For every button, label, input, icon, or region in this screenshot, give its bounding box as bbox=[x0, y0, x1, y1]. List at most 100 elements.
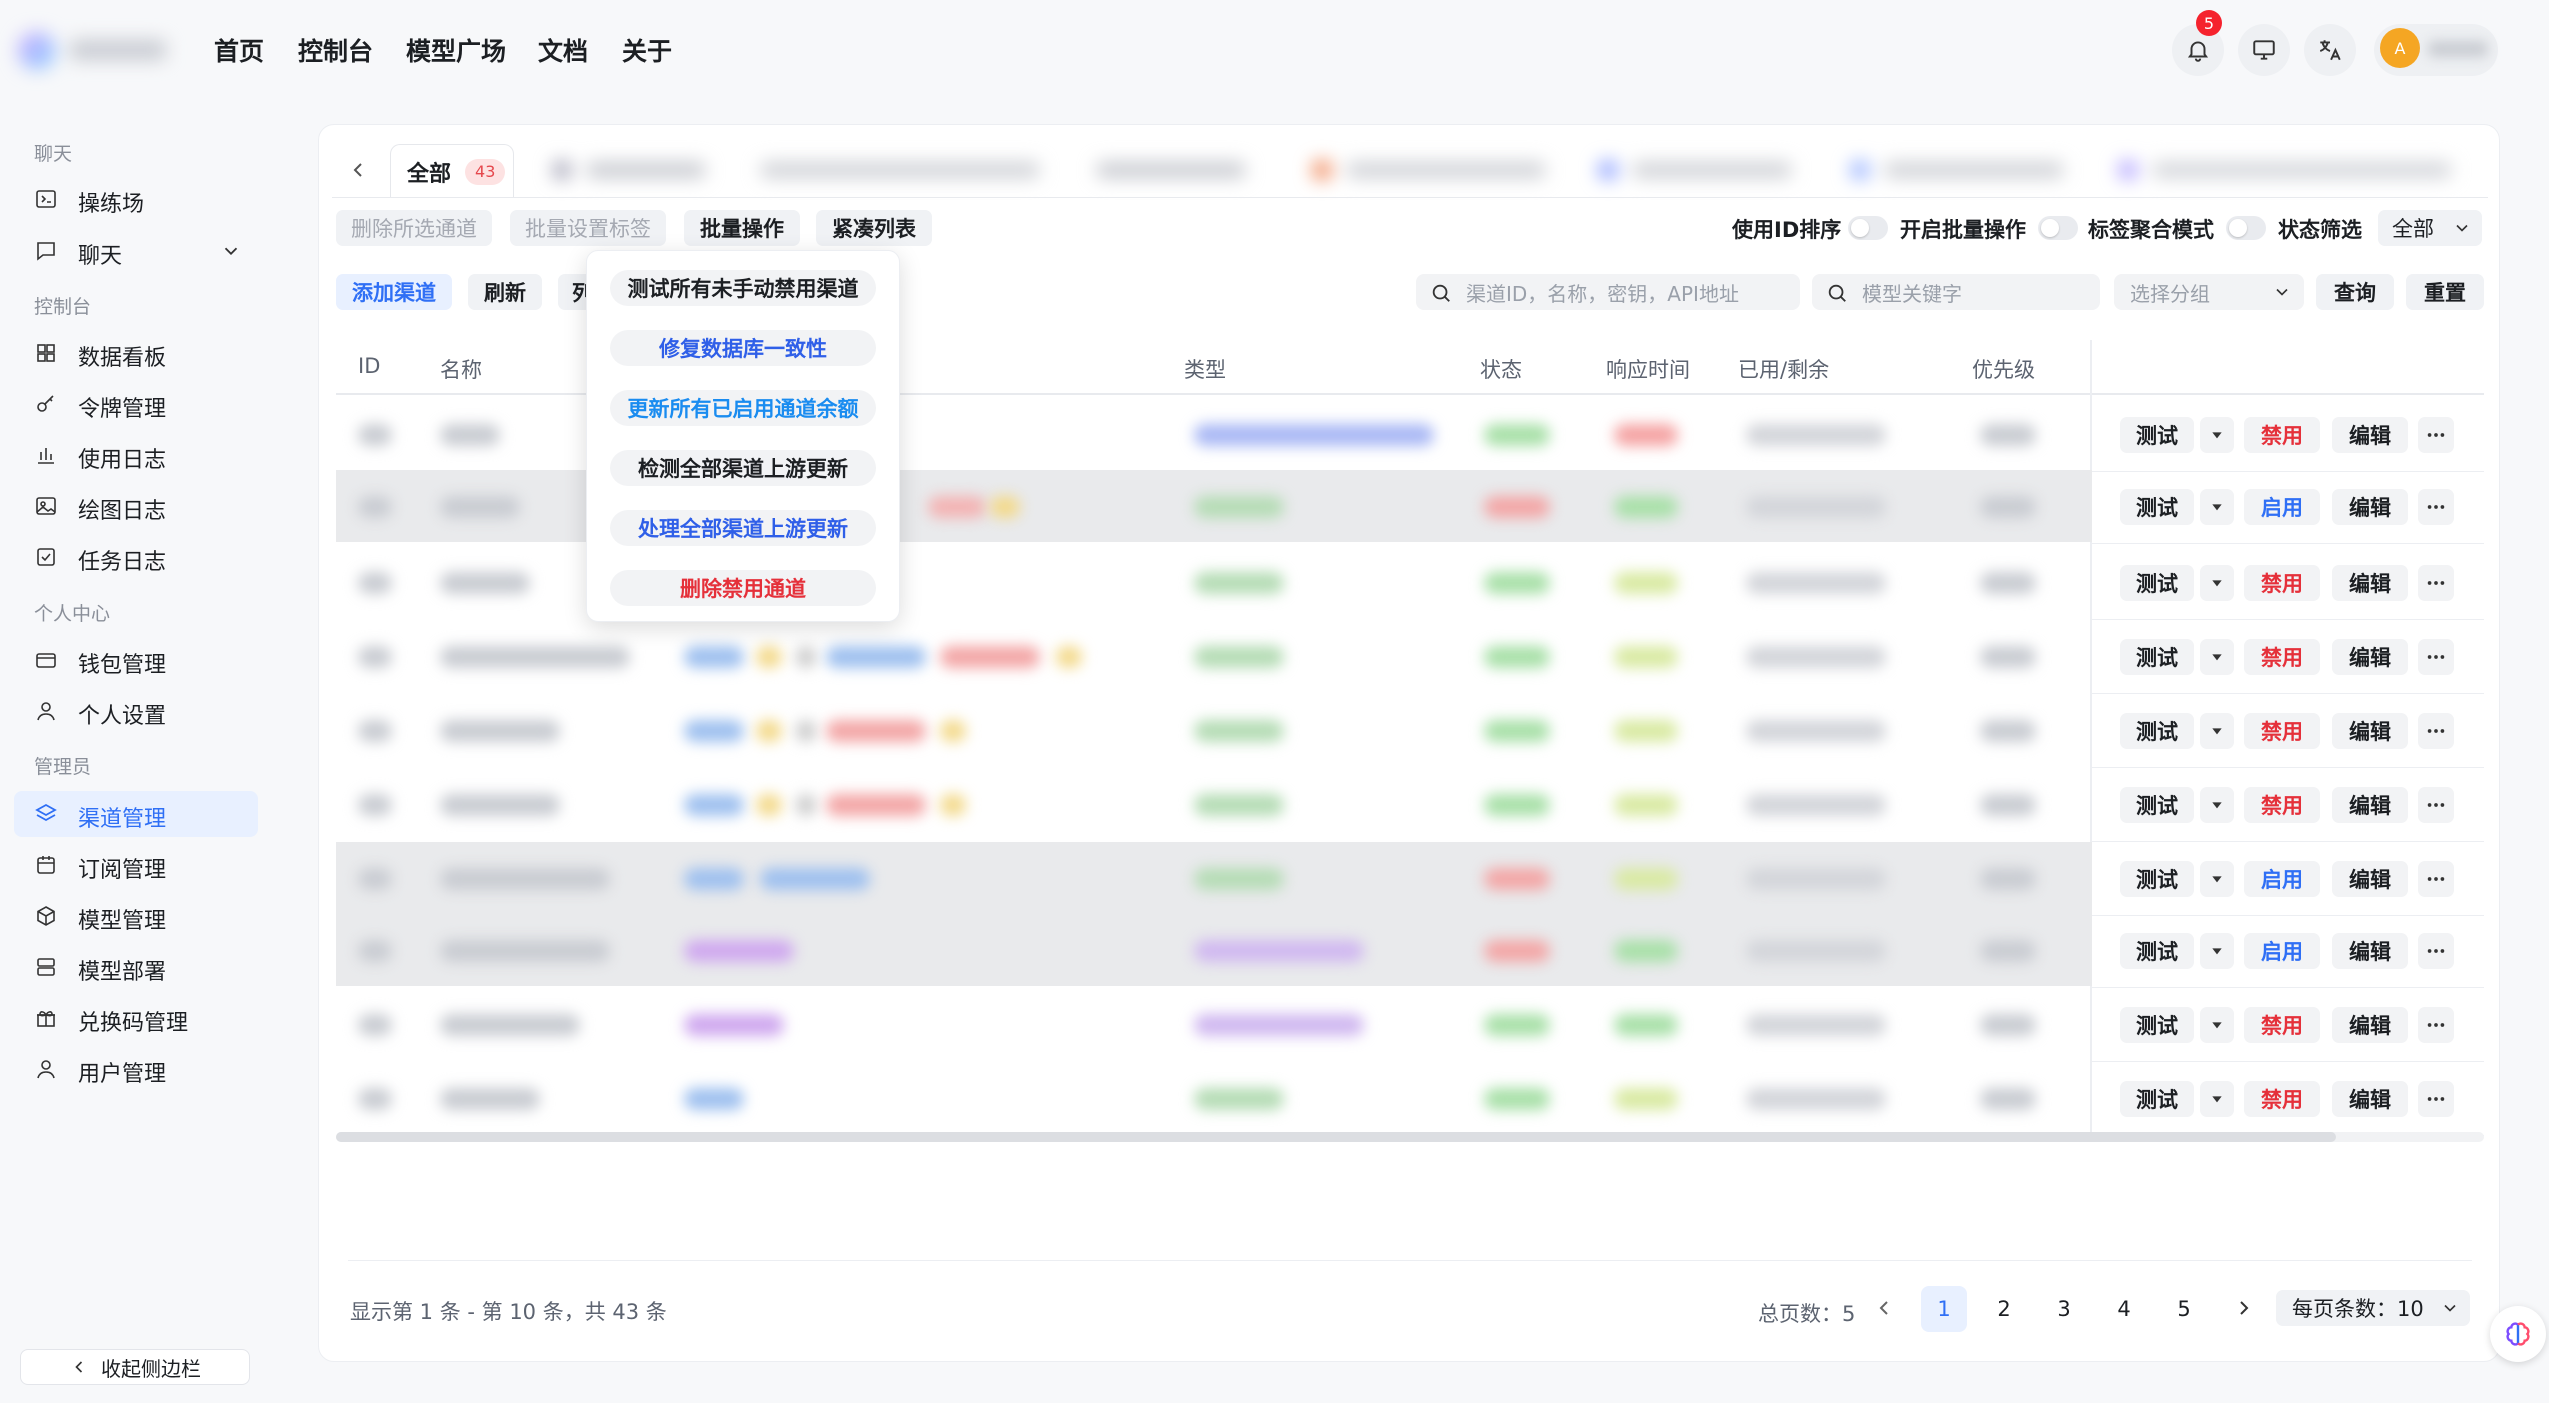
sidebar-item-personal-settings[interactable]: 个人设置 bbox=[14, 688, 258, 734]
reset-button[interactable]: 重置 bbox=[2406, 274, 2484, 310]
sidebar-item-redeem-codes[interactable]: 兑换码管理 bbox=[14, 995, 258, 1041]
search-input[interactable]: 渠道ID，名称，密钥，API地址 bbox=[1416, 274, 1800, 310]
enable-button[interactable]: 启用 bbox=[2244, 933, 2320, 969]
page-4[interactable]: 4 bbox=[2101, 1286, 2147, 1332]
sidebar-item-subscriptions[interactable]: 订阅管理 bbox=[14, 842, 258, 888]
more-button[interactable] bbox=[2418, 861, 2454, 897]
theme-button[interactable] bbox=[2238, 24, 2290, 76]
disable-button[interactable]: 禁用 bbox=[2244, 565, 2320, 601]
sidebar-item-tokens[interactable]: 令牌管理 bbox=[14, 381, 258, 427]
compact-list-button[interactable]: 紧凑列表 bbox=[816, 210, 932, 246]
disable-button[interactable]: 禁用 bbox=[2244, 639, 2320, 675]
batch-menu-item[interactable]: 更新所有已启用通道余额 bbox=[610, 390, 876, 426]
disable-button[interactable]: 禁用 bbox=[2244, 1007, 2320, 1043]
sidebar-item-channels[interactable]: 渠道管理 bbox=[14, 791, 258, 837]
tab-all[interactable]: 全部 43 bbox=[390, 144, 514, 198]
edit-button[interactable]: 编辑 bbox=[2332, 1007, 2408, 1043]
batch-tag-button[interactable]: 批量设置标签 bbox=[510, 210, 666, 246]
sidebar-item-dashboard[interactable]: 数据看板 bbox=[14, 330, 258, 376]
more-button[interactable] bbox=[2418, 713, 2454, 749]
group-select[interactable]: 选择分组 bbox=[2114, 274, 2304, 310]
edit-button[interactable]: 编辑 bbox=[2332, 417, 2408, 453]
tag-mode-toggle[interactable] bbox=[2226, 216, 2266, 240]
sidebar-item-deployment[interactable]: 模型部署 bbox=[14, 944, 258, 990]
nav-docs[interactable]: 文档 bbox=[538, 32, 588, 68]
add-channel-button[interactable]: 添加渠道 bbox=[336, 274, 452, 310]
sidebar-item-drawing-log[interactable]: 绘图日志 bbox=[14, 483, 258, 529]
sidebar-item-playground[interactable]: 操练场 bbox=[14, 176, 258, 222]
query-button[interactable]: 查询 bbox=[2316, 274, 2394, 310]
more-button[interactable] bbox=[2418, 787, 2454, 823]
batch-menu-item[interactable]: 修复数据库一致性 bbox=[610, 330, 876, 366]
nav-home[interactable]: 首页 bbox=[214, 32, 264, 68]
edit-button[interactable]: 编辑 bbox=[2332, 565, 2408, 601]
nav-console[interactable]: 控制台 bbox=[298, 32, 373, 68]
edit-button[interactable]: 编辑 bbox=[2332, 933, 2408, 969]
app-logo[interactable] bbox=[18, 28, 178, 72]
sidebar-item-users[interactable]: 用户管理 bbox=[14, 1046, 258, 1092]
more-button[interactable] bbox=[2418, 933, 2454, 969]
more-button[interactable] bbox=[2418, 639, 2454, 675]
test-options-button[interactable] bbox=[2200, 1081, 2234, 1117]
tab-scroll-left-icon[interactable] bbox=[346, 158, 370, 182]
test-options-button[interactable] bbox=[2200, 565, 2234, 601]
edit-button[interactable]: 编辑 bbox=[2332, 787, 2408, 823]
more-button[interactable] bbox=[2418, 417, 2454, 453]
more-button[interactable] bbox=[2418, 489, 2454, 525]
more-button[interactable] bbox=[2418, 565, 2454, 601]
test-button[interactable]: 测试 bbox=[2120, 489, 2194, 525]
page-1[interactable]: 1 bbox=[1921, 1286, 1967, 1332]
test-button[interactable]: 测试 bbox=[2120, 933, 2194, 969]
collapse-sidebar-button[interactable]: 收起侧边栏 bbox=[20, 1349, 250, 1385]
nav-models[interactable]: 模型广场 bbox=[406, 32, 506, 68]
sidebar-item-task-log[interactable]: 任务日志 bbox=[14, 534, 258, 580]
tab-channel-type[interactable] bbox=[760, 154, 1050, 186]
batch-menu-item[interactable]: 测试所有未手动禁用渠道 bbox=[610, 270, 876, 306]
enable-button[interactable]: 启用 bbox=[2244, 489, 2320, 525]
batch-menu-item[interactable]: 处理全部渠道上游更新 bbox=[610, 510, 876, 546]
tab-channel-type[interactable] bbox=[552, 154, 712, 186]
status-filter-select[interactable]: 全部 bbox=[2378, 210, 2482, 246]
test-options-button[interactable] bbox=[2200, 861, 2234, 897]
page-2[interactable]: 2 bbox=[1981, 1286, 2027, 1332]
sidebar-item-chat[interactable]: 聊天 bbox=[14, 228, 258, 274]
refresh-button[interactable]: 刷新 bbox=[468, 274, 542, 310]
edit-button[interactable]: 编辑 bbox=[2332, 639, 2408, 675]
tab-channel-type[interactable] bbox=[1096, 154, 1256, 186]
batch-operations-button[interactable]: 批量操作 bbox=[684, 210, 800, 246]
more-button[interactable] bbox=[2418, 1007, 2454, 1043]
model-keyword-input[interactable]: 模型关键字 bbox=[1812, 274, 2100, 310]
sidebar-item-usage-log[interactable]: 使用日志 bbox=[14, 432, 258, 478]
test-button[interactable]: 测试 bbox=[2120, 417, 2194, 453]
more-button[interactable] bbox=[2418, 1081, 2454, 1117]
id-sort-toggle[interactable] bbox=[1848, 216, 1888, 240]
test-options-button[interactable] bbox=[2200, 933, 2234, 969]
disable-button[interactable]: 禁用 bbox=[2244, 787, 2320, 823]
test-button[interactable]: 测试 bbox=[2120, 787, 2194, 823]
test-options-button[interactable] bbox=[2200, 639, 2234, 675]
test-options-button[interactable] bbox=[2200, 1007, 2234, 1043]
test-options-button[interactable] bbox=[2200, 489, 2234, 525]
disable-button[interactable]: 禁用 bbox=[2244, 713, 2320, 749]
sidebar-item-wallet[interactable]: 钱包管理 bbox=[14, 637, 258, 683]
tab-channel-type[interactable] bbox=[1598, 154, 1798, 186]
test-button[interactable]: 测试 bbox=[2120, 1081, 2194, 1117]
page-5[interactable]: 5 bbox=[2161, 1286, 2207, 1332]
next-page-icon[interactable] bbox=[2232, 1296, 2256, 1320]
disable-button[interactable]: 禁用 bbox=[2244, 417, 2320, 453]
disable-button[interactable]: 禁用 bbox=[2244, 1081, 2320, 1117]
language-button[interactable] bbox=[2304, 24, 2356, 76]
batch-menu-item[interactable]: 检测全部渠道上游更新 bbox=[610, 450, 876, 486]
test-options-button[interactable] bbox=[2200, 713, 2234, 749]
edit-button[interactable]: 编辑 bbox=[2332, 861, 2408, 897]
batch-menu-item[interactable]: 删除禁用通道 bbox=[610, 570, 876, 606]
enable-button[interactable]: 启用 bbox=[2244, 861, 2320, 897]
prev-page-icon[interactable] bbox=[1872, 1296, 1896, 1320]
edit-button[interactable]: 编辑 bbox=[2332, 489, 2408, 525]
test-button[interactable]: 测试 bbox=[2120, 861, 2194, 897]
tab-channel-type[interactable] bbox=[1850, 154, 2070, 186]
nav-about[interactable]: 关于 bbox=[622, 32, 672, 68]
test-options-button[interactable] bbox=[2200, 417, 2234, 453]
tab-channel-type[interactable] bbox=[1312, 154, 1552, 186]
scrollbar-thumb[interactable] bbox=[336, 1132, 2336, 1142]
